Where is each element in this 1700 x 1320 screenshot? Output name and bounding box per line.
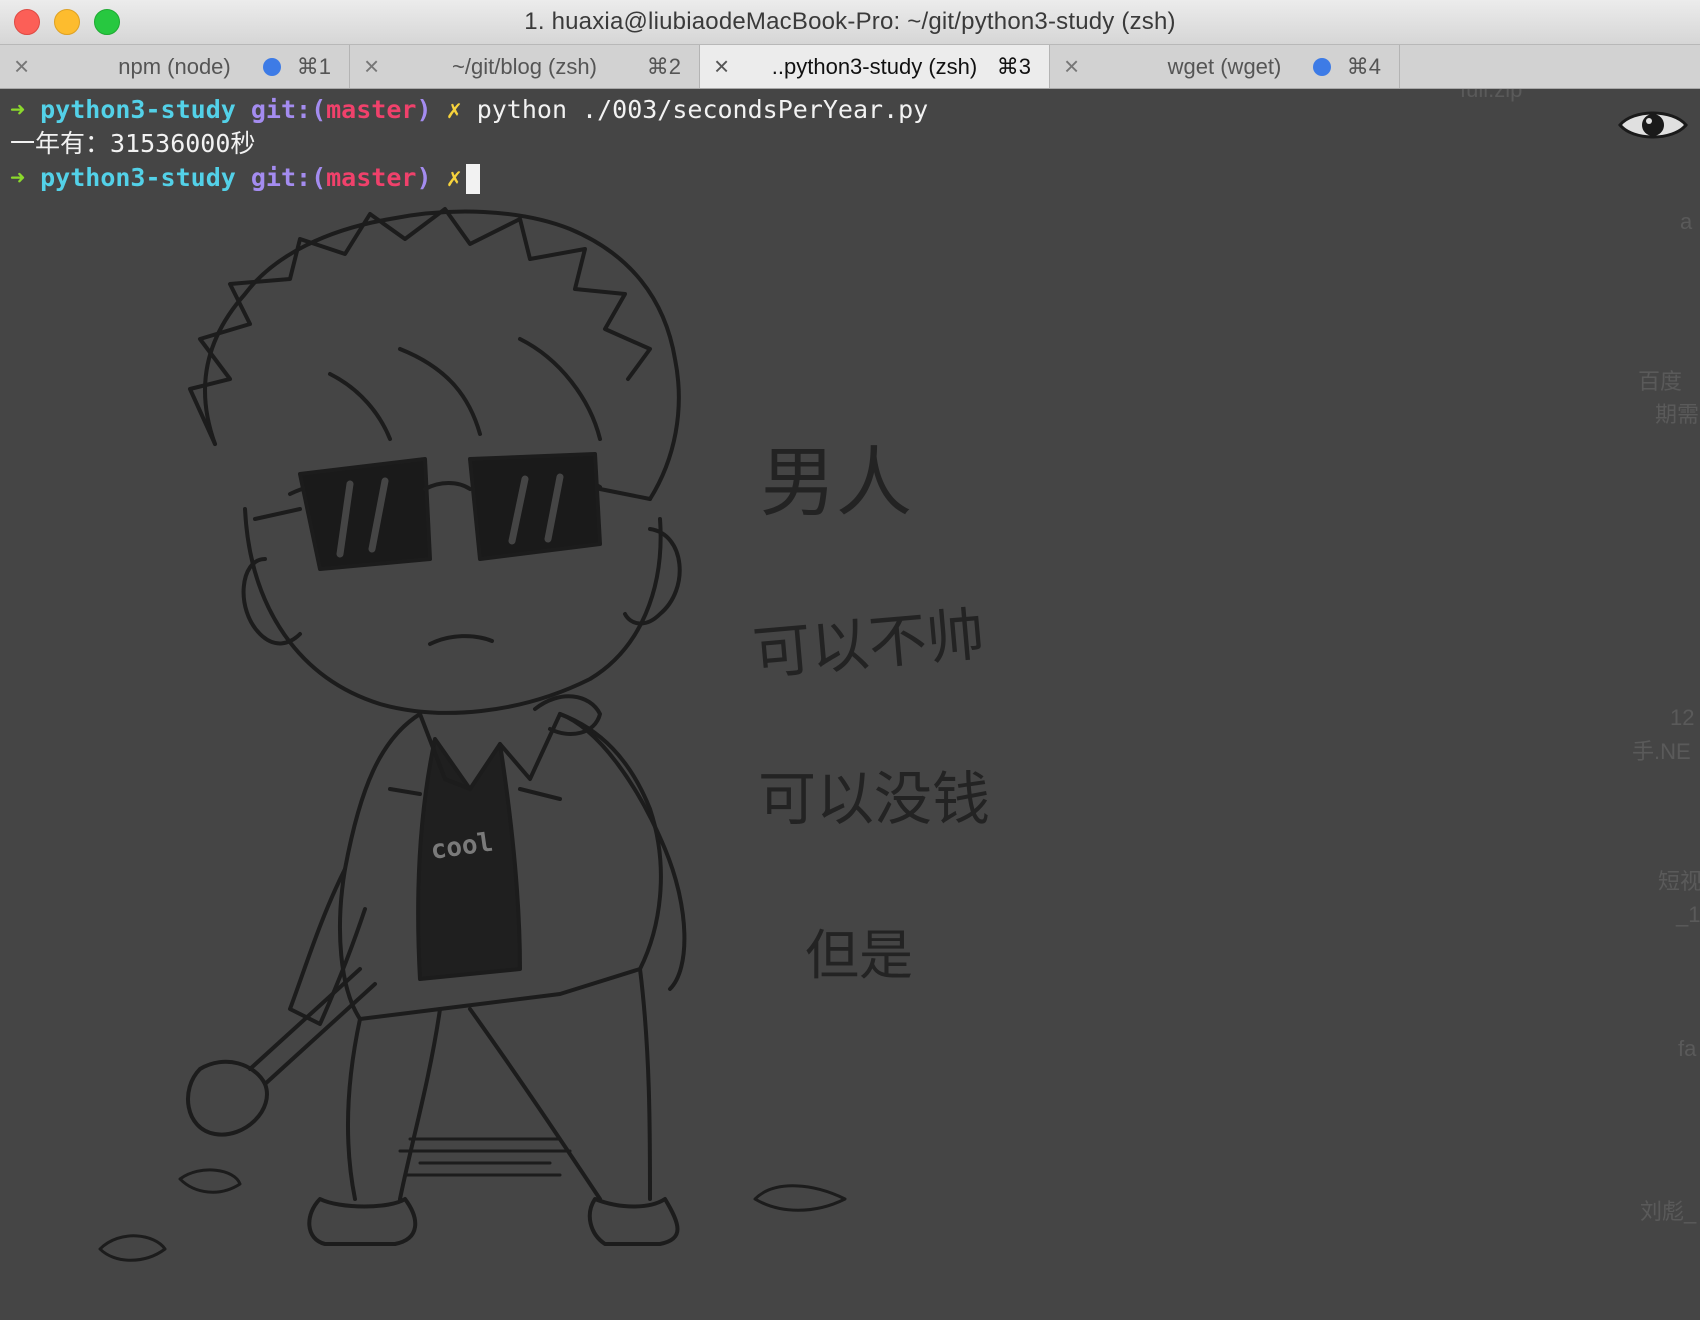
left-ear [241, 557, 302, 646]
left-lens [298, 457, 432, 571]
desktop-fragment: a [1680, 209, 1693, 234]
guitar-neck [248, 967, 377, 1086]
terminal-output: ➜ python3-study git:(master) ✗ python ./… [10, 93, 928, 195]
desktop-fragment: 百度 [1638, 369, 1682, 394]
tab-activity-dot-icon [263, 58, 281, 76]
prompt-dirty-marker: ✗ [446, 163, 462, 192]
desktop-fragment: 短视 [1658, 869, 1700, 894]
eye-icon [1618, 111, 1688, 139]
prompt-git-suffix: ) [416, 163, 432, 192]
terminal-pane[interactable]: cool 男人 可以不帅 可以没钱 但是 full.zip a 百度 期需 12… [0, 89, 1700, 1320]
tab-shortcut: ⌘1 [296, 54, 331, 79]
handwritten-line-1: 男人 [760, 438, 912, 527]
leaves [98, 1168, 847, 1262]
tab-shortcut: ⌘3 [996, 54, 1031, 79]
tab-bar-empty-space[interactable] [1400, 45, 1700, 88]
desktop-fragment: 手.NE [1632, 739, 1691, 764]
right-lens [468, 452, 602, 561]
guitar-head [186, 1059, 269, 1137]
tab-bar: × npm (node) ⌘1 × ~/git/blog (zsh) ⌘2 × … [0, 45, 1700, 89]
handwritten-line-4: 但是 [805, 924, 913, 987]
tab-shortcut: ⌘4 [1346, 54, 1381, 79]
prompt-arrow: ➜ [10, 163, 26, 192]
desktop-fragment: 期需 [1655, 402, 1699, 427]
prompt-dirty-marker: ✗ [446, 95, 462, 124]
tab-python3-study[interactable]: × ..python3-study (zsh) ⌘3 [700, 45, 1050, 88]
tab-npm-node[interactable]: × npm (node) ⌘1 [0, 45, 350, 88]
command-text: python ./003/secondsPerYear.py [476, 95, 929, 124]
prompt-git-suffix: ) [416, 95, 432, 124]
hair-spikes [188, 207, 652, 446]
tab-wget[interactable]: × wget (wget) ⌘4 [1050, 45, 1400, 88]
hair-strands [328, 337, 602, 441]
window-title: 1. huaxia@liubiaodeMacBook-Pro: ~/git/py… [524, 8, 1176, 35]
desktop-fragment: fa [1678, 1036, 1697, 1061]
prompt-directory: python3-study [40, 95, 236, 124]
prompt-line: ➜ python3-study git:(master) ✗ python ./… [10, 93, 928, 127]
command-output: 一年有：31536000秒 [10, 129, 256, 158]
desktop-fragment: 刘彪_ [1640, 1199, 1697, 1224]
prompt-branch: master [326, 95, 417, 124]
prompt-line: ➜ python3-study git:(master) ✗ [10, 161, 928, 195]
tab-shortcut: ⌘2 [646, 54, 681, 79]
prompt-directory: python3-study [40, 163, 236, 192]
prompt-branch: master [326, 163, 417, 192]
bag-strap [558, 712, 687, 991]
shoes [307, 1197, 680, 1246]
handwritten-line-3: 可以没钱 [758, 765, 990, 833]
tab-blog-zsh[interactable]: × ~/git/blog (zsh) ⌘2 [350, 45, 700, 88]
tab-activity-dot-icon [1313, 58, 1331, 76]
handwritten-line-2: 可以不帅 [750, 600, 987, 688]
ground-shadow [398, 1137, 572, 1177]
prompt-arrow: ➜ [10, 95, 26, 124]
desktop-fragment: 12 [1670, 705, 1694, 730]
right-ear [623, 527, 682, 626]
terminal-window: 1. huaxia@liubiaodeMacBook-Pro: ~/git/py… [0, 0, 1700, 1320]
prompt-git-prefix: git:( [250, 163, 327, 192]
desktop-fragment: full.zip [1460, 89, 1522, 102]
hair [203, 209, 681, 501]
prompt-git-prefix: git:( [250, 95, 327, 124]
background-illustration: cool 男人 可以不帅 可以没钱 但是 full.zip a 百度 期需 12… [98, 89, 1700, 1262]
desktop-fragment: _1 [1675, 902, 1700, 927]
title-bar: 1. huaxia@liubiaodeMacBook-Pro: ~/git/py… [0, 0, 1700, 45]
text-cursor[interactable] [465, 164, 480, 194]
mouth [428, 634, 494, 646]
